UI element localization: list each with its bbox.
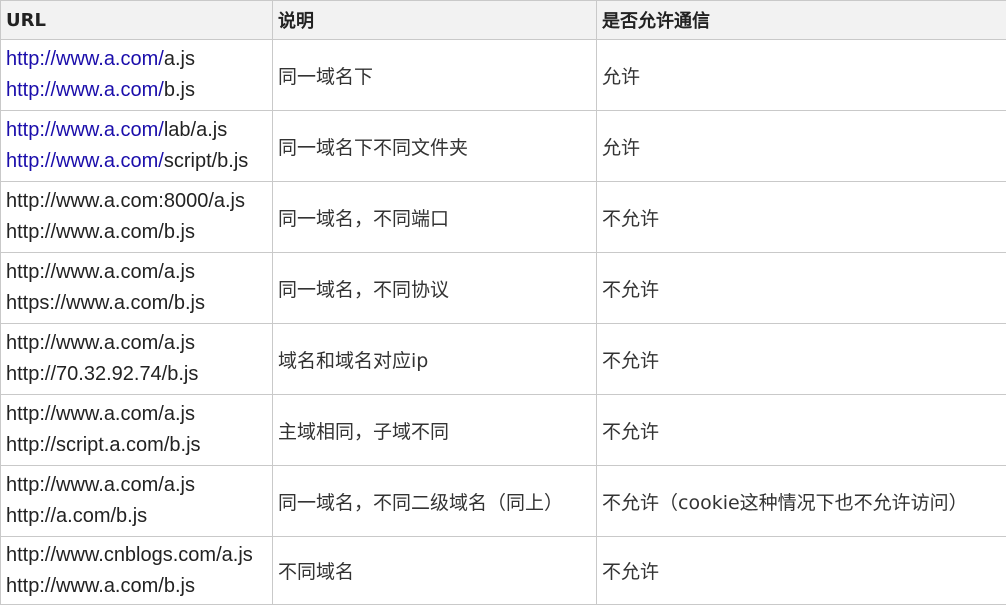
url-cell: http://www.a.com/a.js http://a.com/b.js — [0, 465, 273, 537]
description-cell: 域名和域名对应ip — [272, 323, 597, 395]
allowed-cell: 不允许 — [596, 181, 1006, 253]
url-line: http://www.a.com:8000/a.js — [6, 186, 267, 217]
url-line: http://www.a.com/a.js — [6, 470, 267, 501]
url-link[interactable]: http://www.a.com/ — [6, 119, 164, 141]
url-cell: http://www.cnblogs.com/a.js http://www.a.… — [0, 536, 273, 605]
header-allowed: 是否允许通信 — [596, 0, 1006, 40]
header-description: 说明 — [272, 0, 597, 40]
url-line: http://www.a.com/a.js — [6, 399, 267, 430]
url-text: http://www.a.com:8000/a.js — [6, 190, 246, 212]
url-cell: http://www.a.com/a.js http://70.32.92.74/… — [0, 323, 273, 395]
url-line: http://www.a.com/a.js — [6, 328, 267, 359]
description-cell: 同一域名，不同二级域名（同上） — [272, 465, 597, 537]
url-text: http://www.cnblogs.com/a.js — [6, 543, 253, 566]
table-row: http://www.a.com/a.js http://a.com/b.js 同一… — [0, 465, 1006, 537]
url-path: lab/a.js — [163, 119, 228, 141]
url-cell: http://www.a.com:8000/a.js http://www.a.c… — [0, 181, 273, 253]
url-line: http://www.a.com/a.js — [6, 257, 267, 288]
url-line: http://a.com/b.js — [6, 501, 267, 532]
description-cell: 主域相同，子域不同 — [272, 394, 597, 466]
table-row: http://www.a.com/a.js http://script.a.com… — [0, 394, 1006, 466]
url-text: http://a.com/b.js — [6, 505, 148, 527]
url-cell: http://www.a.com/lab/a.js http://www.a.co… — [0, 110, 273, 182]
url-line: http://70.32.92.74/b.js — [6, 359, 267, 390]
url-text: http://www.a.com/a.js — [6, 332, 195, 354]
table-row: http://www.a.com/a.js http://70.32.92.74/… — [0, 323, 1006, 395]
description-cell: 同一域名下不同文件夹 — [272, 110, 597, 182]
url-cell: http://www.a.com/a.js https://www.a.com/b… — [0, 252, 273, 324]
url-text: http://script.a.com/b.js — [6, 434, 201, 456]
url-text: https://www.a.com/b.js — [6, 292, 205, 314]
url-line: http://www.cnblogs.com/a.js — [6, 540, 267, 571]
allowed-cell: 允许 — [596, 110, 1006, 182]
allowed-cell: 不允许（cookie这种情况下也不允许访问） — [596, 465, 1006, 537]
url-path: a.js — [163, 48, 195, 70]
allowed-cell: 不允许 — [596, 252, 1006, 324]
url-cell: http://www.a.com/a.js http://www.a.com/b.… — [0, 39, 273, 111]
url-text: http://www.a.com/a.js — [6, 474, 195, 496]
url-line[interactable]: http://www.a.com/lab/a.js — [6, 115, 267, 146]
url-line: https://www.a.com/b.js — [6, 288, 267, 319]
url-text: http://www.a.com/b.js — [6, 221, 195, 243]
header-url: URL — [0, 0, 273, 40]
allowed-cell: 不允许 — [596, 323, 1006, 395]
description-cell: 同一域名，不同协议 — [272, 252, 597, 324]
url-path: script/b.js — [163, 150, 249, 172]
url-link[interactable]: http://www.a.com/ — [6, 79, 164, 101]
url-link[interactable]: http://www.a.com/ — [6, 48, 164, 70]
table-row: http://www.a.com/a.js https://www.a.com/b… — [0, 252, 1006, 324]
url-line[interactable]: http://www.a.com/a.js — [6, 44, 267, 75]
description-cell: 不同域名 — [272, 536, 597, 605]
url-line[interactable]: http://www.a.com/b.js — [6, 75, 267, 106]
table-row: http://www.a.com/lab/a.js http://www.a.co… — [0, 110, 1006, 182]
description-cell: 同一域名，不同端口 — [272, 181, 597, 253]
url-cell: http://www.a.com/a.js http://script.a.com… — [0, 394, 273, 466]
table-body: http://www.a.com/a.js http://www.a.com/b.… — [0, 39, 1006, 605]
url-line: http://script.a.com/b.js — [6, 430, 267, 461]
allowed-cell: 允许 — [596, 39, 1006, 111]
url-path: b.js — [163, 79, 195, 101]
table-row: http://www.a.com/a.js http://www.a.com/b.… — [0, 39, 1006, 111]
same-origin-table: URL 说明 是否允许通信 http://www.a.com/a.js http:… — [0, 0, 1006, 605]
url-text: http://70.32.92.74/b.js — [6, 363, 199, 385]
url-line[interactable]: http://www.a.com/script/b.js — [6, 146, 267, 177]
url-text: http://www.a.com/a.js — [6, 261, 195, 283]
allowed-cell: 不允许 — [596, 394, 1006, 466]
url-link[interactable]: http://www.a.com/ — [6, 150, 164, 172]
url-line: http://www.a.com/b.js — [6, 217, 267, 248]
table-row: http://www.cnblogs.com/a.js http://www.a.… — [0, 536, 1006, 605]
url-text: http://www.a.com/b.js — [6, 574, 195, 597]
table-header-row: URL 说明 是否允许通信 — [0, 0, 1006, 40]
description-cell: 同一域名下 — [272, 39, 597, 111]
allowed-cell: 不允许 — [596, 536, 1006, 605]
url-text: http://www.a.com/a.js — [6, 403, 195, 425]
url-line: http://www.a.com/b.js — [6, 571, 267, 602]
table-row: http://www.a.com:8000/a.js http://www.a.c… — [0, 181, 1006, 253]
